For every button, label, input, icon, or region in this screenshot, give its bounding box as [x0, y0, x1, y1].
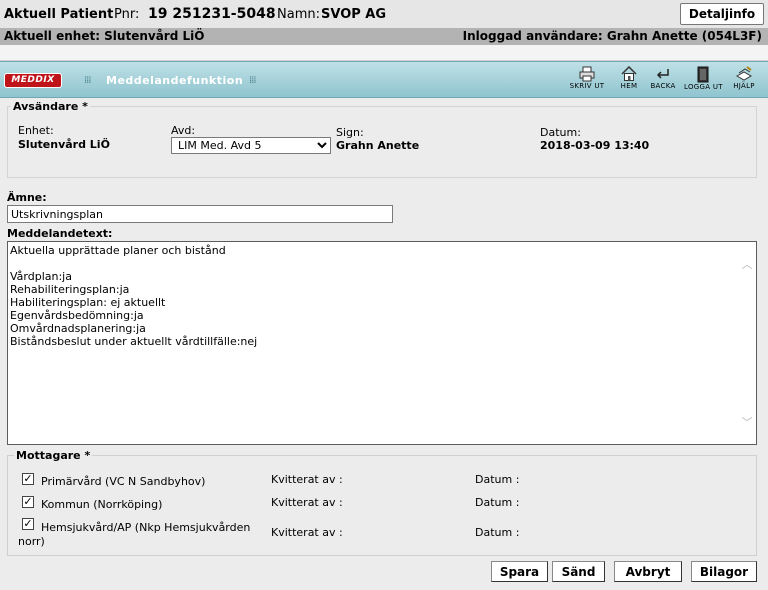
name-label: Namn: — [277, 7, 320, 22]
current-unit: Aktuell enhet: Slutenvård LiÖ — [4, 29, 205, 43]
save-button[interactable]: Spara — [491, 561, 548, 582]
logout-label: LOGGA UT — [684, 83, 723, 91]
home-label: HEM — [620, 82, 638, 90]
message-line: Biståndsbeslut under aktuellt vårdtillfä… — [10, 335, 258, 348]
recipients-title: Mottagare * — [14, 449, 93, 462]
subject-input[interactable] — [7, 205, 393, 223]
attachments-button[interactable]: Bilagor — [691, 561, 757, 582]
help-label: HJÄLP — [733, 82, 755, 90]
date-value: 2018-03-09 13:40 — [540, 139, 650, 152]
avd-label: Avd: — [171, 124, 196, 137]
recipient-name-continued: norr) — [18, 535, 45, 548]
scroll-down-icon[interactable]: ﹀ — [740, 414, 754, 430]
home-icon — [621, 66, 637, 81]
message-line: Vårdplan:ja — [10, 270, 72, 283]
message-textarea[interactable]: Aktuella upprättade planer och bistånd V… — [7, 241, 757, 445]
help-book-icon — [735, 66, 753, 81]
logged-in-user: Inloggad användare: Grahn Anette (054L3F… — [462, 29, 762, 43]
unit-value: Slutenvård LiÖ — [18, 138, 110, 151]
logout-button[interactable]: LOGGA UT — [684, 66, 723, 96]
recipient-checkbox[interactable]: ✓ — [22, 473, 34, 485]
message-line: Rehabiliteringsplan:ja — [10, 283, 130, 296]
back-label: BACKA — [650, 82, 676, 90]
help-button[interactable]: HJÄLP — [726, 66, 762, 96]
grip-dots-icon: ⁞⁞⁞ — [84, 75, 91, 86]
message-line: Egenvårdsbedömning:ja — [10, 309, 144, 322]
sign-value: Grahn Anette — [336, 139, 420, 152]
pnr-label: Pnr: — [114, 7, 140, 22]
unit-label: Enhet: — [18, 124, 54, 137]
current-patient-label: Aktuell Patient — [4, 7, 114, 22]
recipient-date-label: Datum : — [475, 473, 520, 486]
module-title: Meddelandefunktion — [106, 74, 244, 87]
acknowledged-label: Kvitterat av : — [271, 526, 343, 539]
door-icon — [697, 66, 709, 83]
recipient-checkbox[interactable]: ✓ — [22, 518, 34, 530]
module-toolbar: MEDDIX ⁞⁞⁞ Meddelandefunktion ⁞⁞⁞ SKRIV … — [0, 61, 768, 98]
recipient-date-label: Datum : — [475, 526, 520, 539]
message-line: Omvårdnadsplanering:ja — [10, 322, 146, 335]
message-line: Aktuella upprättade planer och bistånd — [10, 244, 226, 257]
message-line: Habiliteringsplan: ej aktuellt — [10, 296, 166, 309]
meddix-logo: MEDDIX — [4, 73, 62, 88]
recipient-name: Hemsjukvård/AP (Nkp Hemsjukvården — [41, 521, 251, 534]
recipient-checkbox[interactable]: ✓ — [22, 496, 34, 508]
pnr-value: 19 251231-5048 — [148, 6, 276, 22]
date-label: Datum: — [540, 126, 581, 139]
recipient-name: Primärvård (VC N Sandbyhov) — [41, 475, 206, 488]
recipient-date-label: Datum : — [475, 496, 520, 509]
details-button[interactable]: Detaljinfo — [680, 3, 764, 25]
recipient-name: Kommun (Norrköping) — [41, 498, 163, 511]
send-button[interactable]: Sänd — [552, 561, 605, 582]
home-button[interactable]: HEM — [617, 66, 641, 96]
subject-label: Ämne: — [7, 191, 47, 204]
message-label: Meddelandetext: — [7, 227, 113, 240]
sign-label: Sign: — [336, 126, 364, 139]
acknowledged-label: Kvitterat av : — [271, 496, 343, 509]
unit-bar: Aktuell enhet: Slutenvård LiÖ Inloggad a… — [0, 28, 768, 45]
scroll-up-icon[interactable]: ︿ — [740, 256, 754, 272]
print-button[interactable]: SKRIV UT — [565, 66, 609, 96]
acknowledged-label: Kvitterat av : — [271, 473, 343, 486]
back-arrow-icon — [656, 69, 669, 79]
avd-select[interactable]: LIM Med. Avd 5 — [171, 137, 331, 154]
grip-dots-icon: ⁞⁞⁞ — [249, 75, 256, 86]
patient-name: SVOP AG — [321, 7, 387, 22]
printer-icon — [579, 66, 595, 82]
back-button[interactable]: BACKA — [645, 66, 681, 96]
cancel-button[interactable]: Avbryt — [614, 561, 682, 582]
print-label: SKRIV UT — [569, 82, 605, 90]
sender-title: Avsändare * — [11, 100, 90, 113]
spacer-bar — [0, 45, 768, 61]
